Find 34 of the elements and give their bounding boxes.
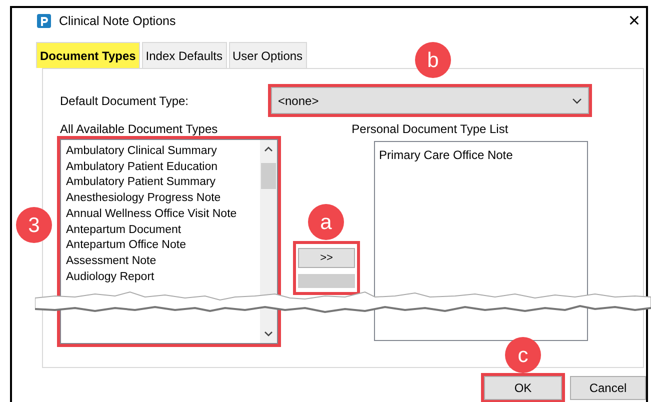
tab[interactable]: User Options	[228, 42, 307, 68]
callout-marker: 3	[16, 207, 52, 243]
list-item[interactable]: Ambulatory Patient Education	[66, 160, 218, 176]
field-label: Default Document Type:	[60, 92, 189, 110]
dialog-button[interactable]: Cancel	[570, 376, 646, 400]
list-item[interactable]: Antepartum Document	[66, 222, 182, 238]
scroll-up-icon[interactable]	[264, 145, 273, 154]
add-button[interactable]: >>	[298, 248, 355, 268]
tab[interactable]: Index Defaults	[142, 42, 227, 68]
available-types-list[interactable]	[60, 139, 278, 344]
tab[interactable]: Document Types	[36, 42, 140, 68]
list-item[interactable]: Anesthesiology Progress Note	[66, 191, 221, 207]
dialog-button[interactable]: OK	[484, 376, 562, 400]
list-item[interactable]: Ambulatory Patient Summary	[66, 175, 216, 192]
close-button[interactable]: ×	[626, 11, 642, 31]
callout-marker: c	[505, 337, 541, 373]
app-icon	[37, 14, 51, 28]
list-item[interactable]: Audiology Report	[66, 270, 154, 286]
list-item[interactable]: Assessment Note	[66, 254, 156, 270]
personal-types-list[interactable]: Primary Care Office Note	[374, 141, 588, 341]
list-heading: All Available Document Types	[60, 121, 218, 138]
callout-marker: b	[415, 42, 451, 78]
list-heading: Personal Document Type List	[352, 121, 508, 138]
list-item[interactable]: Annual Wellness Office Visit Note	[66, 206, 237, 223]
window-title: Clinical Note Options	[59, 12, 176, 30]
list-item[interactable]: Antepartum Office Note	[66, 238, 186, 254]
scroll-down-icon[interactable]	[264, 329, 273, 338]
dropdown-caret-icon	[572, 98, 582, 104]
document-type-dropdown[interactable]: <none>	[271, 87, 589, 114]
callout-marker: a	[308, 204, 344, 240]
scrollbar[interactable]	[260, 140, 277, 343]
list-item[interactable]: Primary Care Office Note	[379, 146, 583, 164]
scrollbar-thumb[interactable]	[261, 163, 276, 189]
list-item[interactable]: Ambulatory Clinical Summary	[66, 144, 217, 160]
